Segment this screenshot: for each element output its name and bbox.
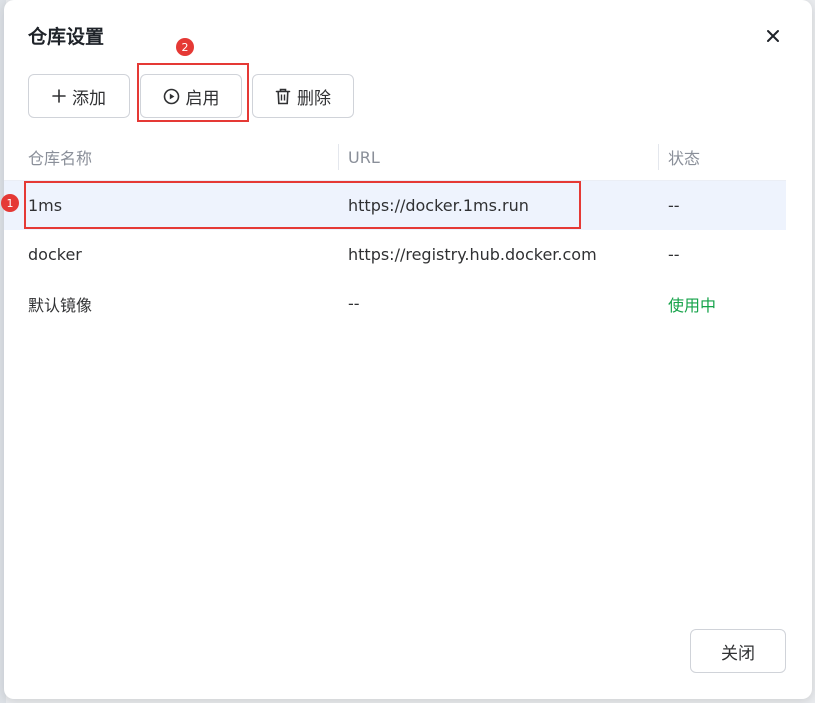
column-header-name: 仓库名称 xyxy=(28,149,93,168)
plus-icon xyxy=(52,89,66,103)
play-circle-icon xyxy=(163,88,180,105)
table-row[interactable]: docker https://registry.hub.docker.com -… xyxy=(4,230,786,279)
close-button[interactable]: 关闭 xyxy=(690,629,786,673)
column-divider xyxy=(658,144,659,170)
table-row[interactable]: 默认镜像 -- 使用中 xyxy=(4,279,786,328)
repo-url-cell: -- xyxy=(348,294,360,313)
table-row[interactable]: 1ms https://docker.1ms.run -- xyxy=(4,181,786,230)
delete-button[interactable]: 删除 xyxy=(252,74,354,118)
delete-button-label: 删除 xyxy=(297,88,331,109)
annotation-marker-2: 2 xyxy=(176,38,194,56)
repository-table: 仓库名称 URL 状态 1ms https://docker.1ms.run -… xyxy=(4,134,786,328)
enable-button-label: 启用 xyxy=(185,88,220,109)
repo-status-cell: -- xyxy=(668,196,680,215)
repo-status-cell: -- xyxy=(668,245,680,264)
repo-url-cell: https://registry.hub.docker.com xyxy=(348,245,597,264)
column-header-url: URL xyxy=(348,147,380,167)
close-icon[interactable] xyxy=(762,25,784,47)
column-header-status: 状态 xyxy=(668,149,701,168)
repo-status-cell-active: 使用中 xyxy=(668,295,717,315)
table-header: 仓库名称 URL 状态 xyxy=(4,134,786,181)
repo-name-cell: docker xyxy=(28,245,82,264)
trash-icon xyxy=(275,88,291,105)
enable-button[interactable]: 启用 xyxy=(140,74,242,118)
column-divider xyxy=(338,144,339,170)
dialog-title: 仓库设置 xyxy=(28,26,105,48)
add-button[interactable]: 添加 xyxy=(28,74,130,118)
repo-name-cell: 默认镜像 xyxy=(28,295,93,315)
repository-settings-dialog: 仓库设置 添加 启用 删除 仓库名称 URL 状态 1ms https://do… xyxy=(1,0,812,699)
repo-url-cell: https://docker.1ms.run xyxy=(348,196,529,215)
add-button-label: 添加 xyxy=(72,88,106,109)
annotation-marker-1: 1 xyxy=(1,194,19,212)
repo-name-cell: 1ms xyxy=(28,196,63,215)
